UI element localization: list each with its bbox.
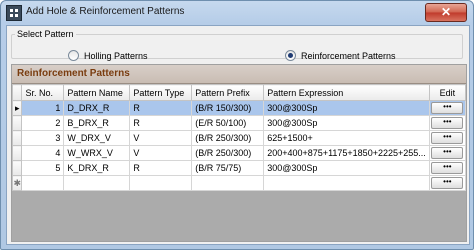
title-bar[interactable]: Add Hole & Reinforcement Patterns ✕	[1, 1, 473, 23]
edit-row-button[interactable]: •••	[431, 162, 464, 174]
radio-unchecked-icon	[68, 50, 79, 61]
cell-pattern-prefix[interactable]: (B/R 75/75)	[191, 160, 265, 176]
cell-pattern-expression[interactable]: 200+400+875+1175+1850+2225+255...	[263, 145, 430, 161]
cell-pattern-expression[interactable]: 300@300Sp	[263, 160, 430, 176]
cell-sr-no[interactable]: 4	[21, 145, 65, 161]
select-pattern-legend: Select Pattern	[17, 29, 74, 39]
edit-row-button[interactable]: •••	[431, 177, 464, 189]
cell-pattern-type[interactable]	[129, 175, 193, 191]
cell-sr-no[interactable]: 5	[21, 160, 65, 176]
holling-patterns-label: Holling Patterns	[84, 50, 148, 61]
cell-edit: •••	[428, 160, 467, 176]
col-header-edit[interactable]: Edit	[428, 84, 467, 101]
cell-pattern-prefix[interactable]: (E/R 50/100)	[191, 115, 265, 131]
patterns-table: Sr. No. Pattern Name Pattern Type Patter…	[11, 84, 467, 191]
cell-edit: •••	[428, 175, 467, 191]
select-pattern-group: Select Pattern Holling Patterns Reinforc…	[11, 29, 463, 61]
cell-pattern-prefix[interactable]: (B/R 150/300)	[191, 100, 265, 116]
row-header[interactable]	[11, 145, 23, 161]
row-header[interactable]	[11, 130, 23, 146]
edit-row-button[interactable]: •••	[431, 147, 464, 159]
row-header[interactable]	[11, 160, 23, 176]
cell-pattern-name[interactable]: K_DRX_R	[63, 160, 131, 176]
cell-pattern-name[interactable]: W_DRX_V	[63, 130, 131, 146]
row-header-corner	[11, 84, 23, 101]
cell-edit: •••	[428, 130, 467, 146]
new-row-asterisk-icon[interactable]: ✱	[11, 175, 23, 191]
cell-pattern-type[interactable]: R	[129, 100, 193, 116]
col-header-pattern-prefix[interactable]: Pattern Prefix	[191, 84, 265, 101]
cell-edit: •••	[428, 100, 467, 116]
cell-pattern-expression[interactable]	[263, 175, 430, 191]
row-header[interactable]	[11, 115, 23, 131]
cell-pattern-name[interactable]: W_WRX_V	[63, 145, 131, 161]
cell-pattern-expression[interactable]: 625+1500+	[263, 130, 430, 146]
col-header-pattern-name[interactable]: Pattern Name	[63, 84, 131, 101]
dialog-window: Add Hole & Reinforcement Patterns ✕ Sele…	[0, 0, 474, 250]
table-row[interactable]: 2 B_DRX_R R (E/R 50/100) 300@300Sp •••	[11, 115, 467, 131]
edit-row-button[interactable]: •••	[431, 117, 464, 129]
app-icon	[6, 5, 22, 21]
cell-pattern-prefix[interactable]	[191, 175, 265, 191]
cell-sr-no[interactable]: 3	[21, 130, 65, 146]
grid-caption: Reinforcement Patterns	[12, 65, 466, 84]
cell-pattern-type[interactable]: V	[129, 130, 193, 146]
col-header-pattern-type[interactable]: Pattern Type	[129, 84, 193, 101]
cell-pattern-expression[interactable]: 300@300Sp	[263, 115, 430, 131]
cell-pattern-type[interactable]: V	[129, 145, 193, 161]
col-header-sr-no[interactable]: Sr. No.	[21, 84, 65, 101]
patterns-grid: Reinforcement Patterns Sr. No. Pattern N…	[11, 64, 467, 242]
table-row[interactable]: ▸ 1 D_DRX_R R (B/R 150/300) 300@300Sp ••…	[11, 100, 467, 116]
cell-pattern-type[interactable]: R	[129, 115, 193, 131]
cell-sr-no[interactable]: 2	[21, 115, 65, 131]
current-row-indicator-icon[interactable]: ▸	[11, 100, 23, 116]
cell-pattern-expression[interactable]: 300@300Sp	[263, 100, 430, 116]
reinforcement-patterns-label: Reinforcement Patterns	[301, 50, 396, 61]
cell-pattern-name[interactable]: B_DRX_R	[63, 115, 131, 131]
table-row[interactable]: 5 K_DRX_R R (B/R 75/75) 300@300Sp •••	[11, 160, 467, 176]
radio-checked-icon	[285, 50, 296, 61]
cell-edit: •••	[428, 115, 467, 131]
table-row[interactable]: 3 W_DRX_V V (B/R 250/300) 625+1500+ •••	[11, 130, 467, 146]
new-row[interactable]: ✱ •••	[11, 175, 467, 191]
cell-edit: •••	[428, 145, 467, 161]
edit-row-button[interactable]: •••	[431, 132, 464, 144]
cell-pattern-prefix[interactable]: (B/R 250/300)	[191, 130, 265, 146]
cell-pattern-type[interactable]: R	[129, 160, 193, 176]
cell-sr-no[interactable]: 1	[21, 100, 65, 116]
dialog-body: Select Pattern Holling Patterns Reinforc…	[6, 25, 470, 245]
reinforcement-patterns-radio[interactable]: Reinforcement Patterns	[285, 50, 396, 61]
table-row[interactable]: 4 W_WRX_V V (B/R 250/300) 200+400+875+11…	[11, 145, 467, 161]
holling-patterns-radio[interactable]: Holling Patterns	[68, 50, 148, 61]
window-title: Add Hole & Reinforcement Patterns	[26, 6, 185, 17]
cell-sr-no[interactable]	[21, 175, 65, 191]
header-row: Sr. No. Pattern Name Pattern Type Patter…	[11, 84, 467, 101]
col-header-pattern-expression[interactable]: Pattern Expression	[263, 84, 430, 101]
close-button[interactable]: ✕	[425, 3, 467, 22]
edit-row-button[interactable]: •••	[431, 102, 464, 114]
cell-pattern-prefix[interactable]: (B/R 250/300)	[191, 145, 265, 161]
cell-pattern-name[interactable]	[63, 175, 131, 191]
cell-pattern-name[interactable]: D_DRX_R	[63, 100, 131, 116]
